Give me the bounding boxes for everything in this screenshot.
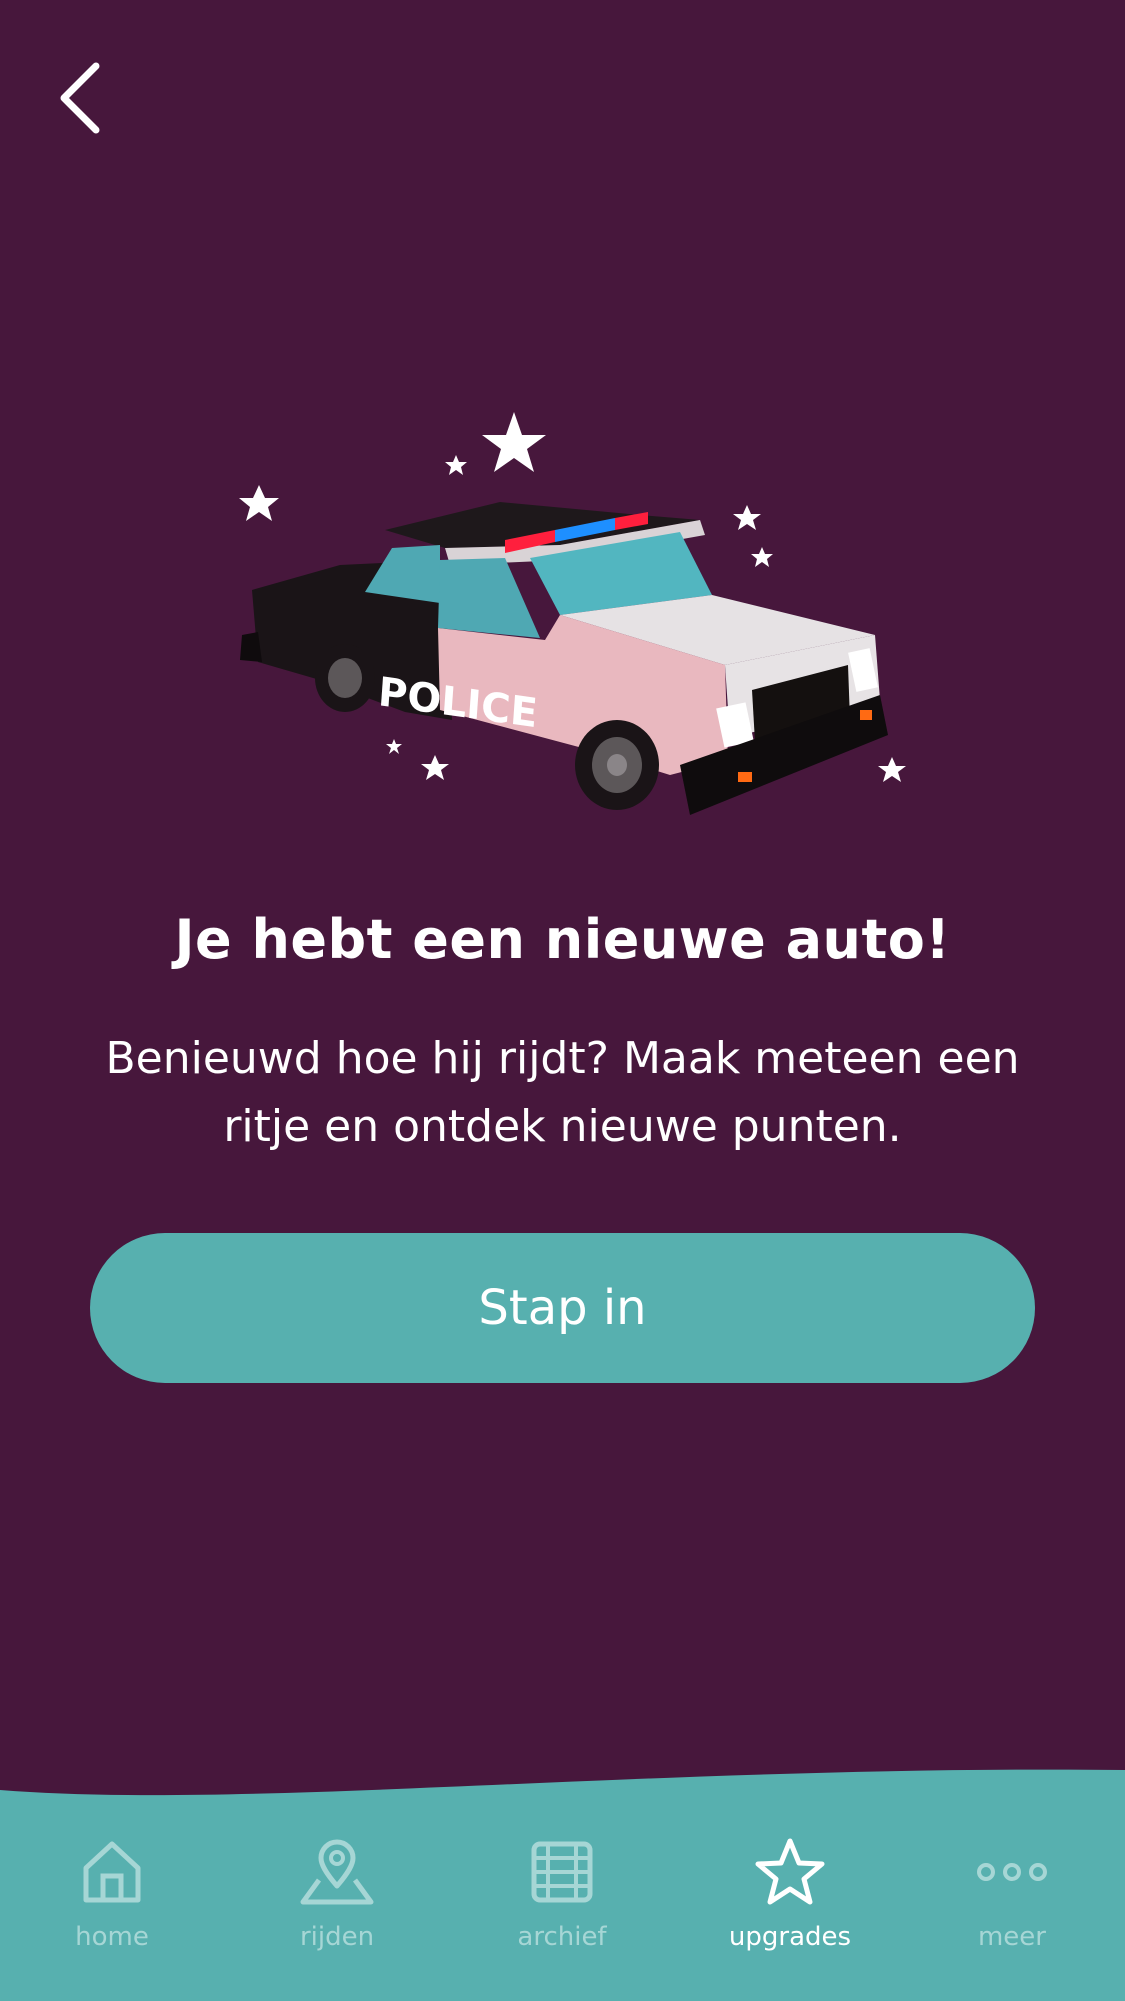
description-text: Benieuwd hoe hij rijdt? Maak meteen een … — [105, 1033, 1020, 1152]
tab-label-upgrades: upgrades — [728, 1922, 852, 1952]
star — [239, 485, 279, 521]
tab-label-rijden: rijden — [299, 1922, 375, 1952]
tab-meer[interactable]: meer — [912, 1832, 1112, 1972]
star — [733, 505, 761, 530]
page-title: Je hebt een nieuwe auto! — [174, 908, 951, 971]
back-button[interactable] — [52, 58, 112, 138]
tab-archief[interactable]: archief — [462, 1832, 662, 1972]
star-small — [386, 739, 402, 754]
police-car-illustration: POLICE — [239, 412, 906, 815]
tab-rijden[interactable]: rijden — [237, 1832, 437, 1972]
rear-wheel — [315, 644, 375, 712]
film-icon — [522, 1832, 602, 1912]
star-icon — [750, 1832, 830, 1912]
tab-label-home: home — [75, 1922, 149, 1952]
bottom-tab-bar: home rijden archief upgrades meer — [0, 1800, 1125, 2001]
star-large — [482, 412, 546, 472]
map-pin-icon — [297, 1832, 377, 1912]
tab-home[interactable]: home — [12, 1832, 212, 1972]
star — [421, 755, 449, 780]
star-small — [445, 455, 467, 475]
tab-label-archief: archief — [517, 1922, 607, 1952]
tab-upgrades[interactable]: upgrades — [690, 1832, 890, 1972]
stap-in-button[interactable]: Stap in — [90, 1233, 1035, 1383]
tab-label-meer: meer — [977, 1922, 1046, 1952]
star — [878, 757, 906, 782]
police-car: POLICE — [240, 502, 888, 815]
star-small — [751, 547, 773, 567]
front-wheel — [575, 720, 659, 810]
more-dots-icon — [972, 1832, 1052, 1912]
chevron-left-icon — [60, 62, 100, 134]
home-icon — [72, 1832, 152, 1912]
